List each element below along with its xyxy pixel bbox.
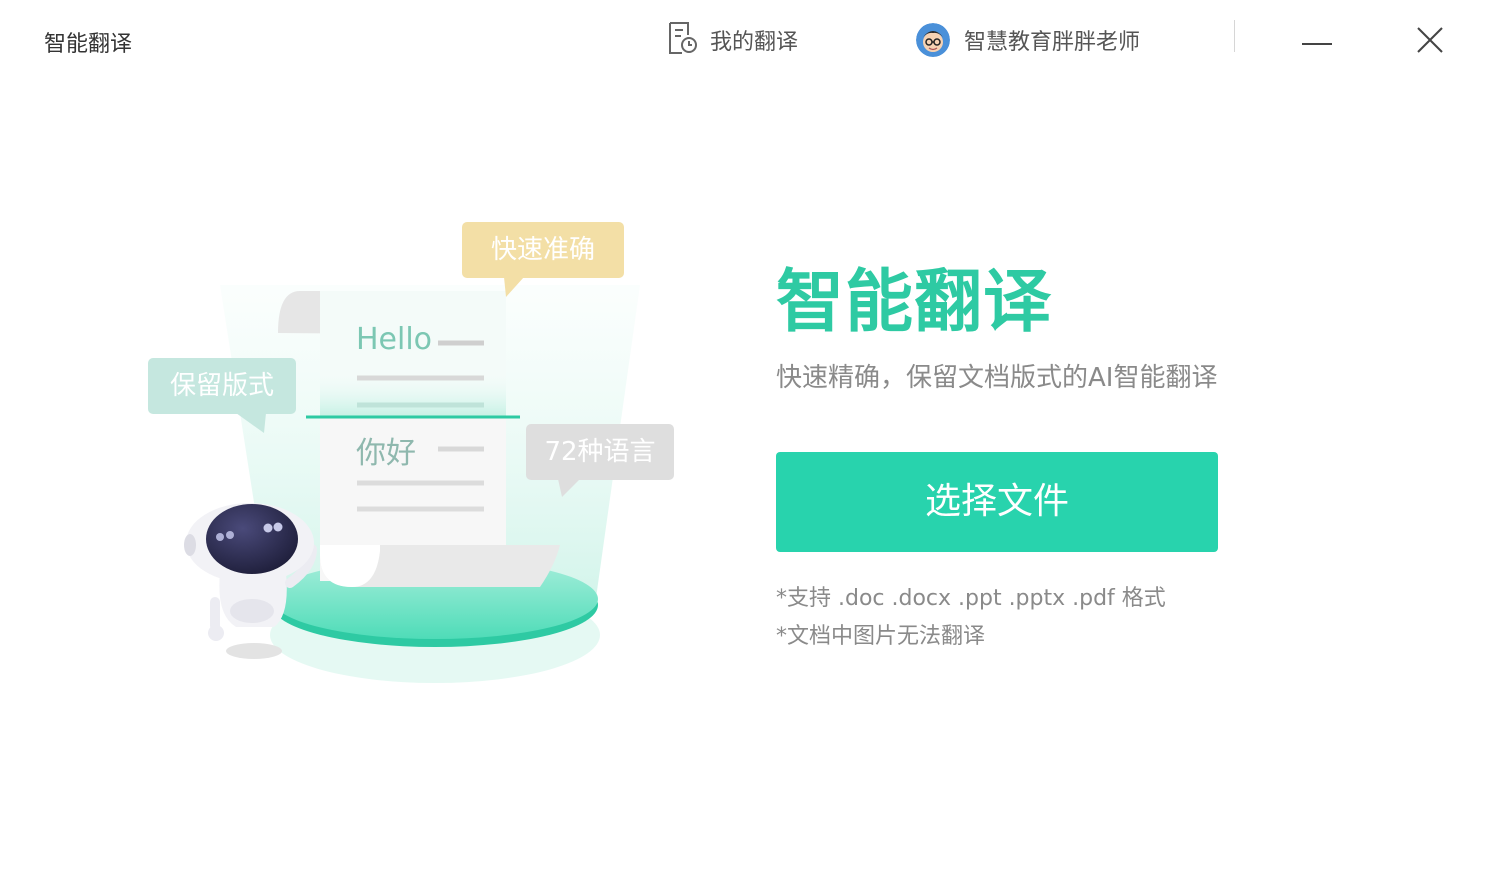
subtitle: 快速精确，保留文档版式的AI智能翻译 [776, 363, 1218, 393]
document-history-icon [666, 21, 698, 59]
app-window: 智能翻译 我的翻译 智慧教育胖胖老师 快速准确 保留版式 72种语言 Hello… [0, 0, 1500, 888]
minimize-icon [1302, 43, 1332, 45]
keep-format-bubble: 保留版式 [148, 358, 296, 414]
user-profile-button[interactable]: 智慧教育胖胖老师 [916, 22, 1140, 58]
hero-illustration: 快速准确 保留版式 72种语言 Hello 你好 [140, 215, 700, 695]
supported-formats-note: *支持 .doc .docx .ppt .pptx .pdf 格式 [776, 586, 1166, 611]
my-translations-button[interactable]: 我的翻译 [666, 22, 798, 58]
title-bar: 智能翻译 我的翻译 智慧教育胖胖老师 [0, 0, 1500, 82]
close-icon [1417, 27, 1443, 53]
my-translations-label: 我的翻译 [710, 30, 799, 55]
languages-bubble: 72种语言 [526, 424, 674, 480]
titlebar-divider [1234, 20, 1235, 52]
minimize-button[interactable] [1293, 18, 1341, 62]
main-title: 智能翻译 [776, 263, 1053, 342]
images-not-translated-note: *文档中图片无法翻译 [776, 624, 986, 649]
doc-source-text: Hello [356, 322, 433, 357]
select-file-button[interactable]: 选择文件 [776, 452, 1218, 552]
user-name-label: 智慧教育胖胖老师 [964, 30, 1141, 55]
doc-target-text: 你好 [356, 436, 416, 471]
app-title: 智能翻译 [44, 32, 133, 57]
fast-accurate-bubble: 快速准确 [462, 222, 624, 278]
user-avatar [916, 23, 950, 57]
close-button[interactable] [1406, 18, 1454, 62]
